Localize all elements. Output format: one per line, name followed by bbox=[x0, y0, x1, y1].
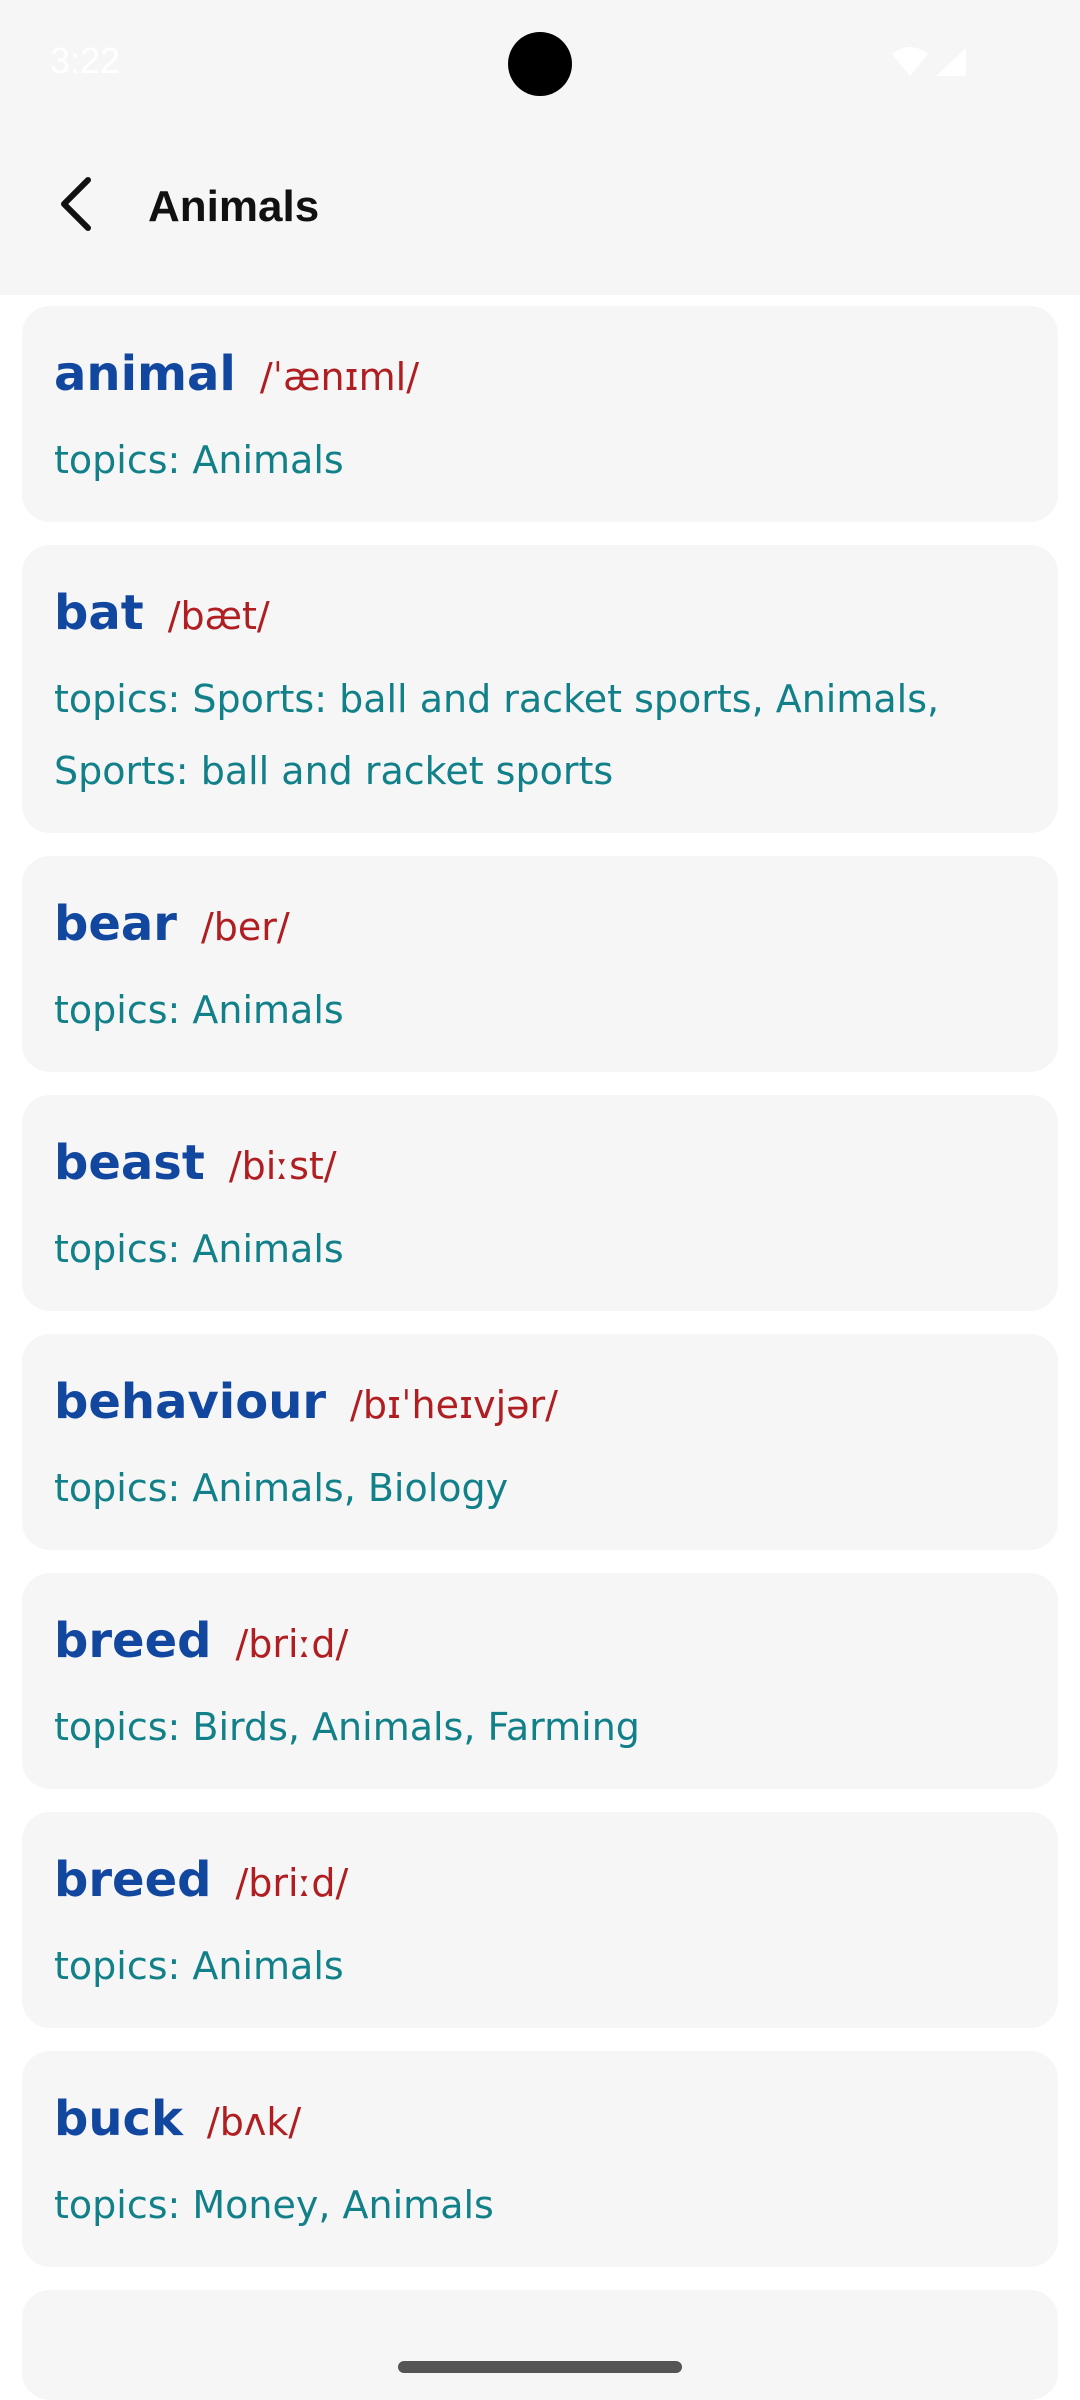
phonetic-text: /biːst/ bbox=[228, 1144, 337, 1188]
camera-cutout bbox=[508, 32, 572, 96]
topics-text: topics: Animals bbox=[54, 438, 344, 482]
word-text: buck bbox=[54, 2091, 183, 2147]
word-line: breed /briːd/ bbox=[54, 1613, 1026, 1673]
word-card[interactable]: buck /bʌk/ topics: Money, Animals bbox=[22, 2051, 1058, 2267]
phonetic-text: /bæt/ bbox=[167, 594, 270, 638]
word-line: animal /ˈænɪml/ bbox=[54, 346, 1026, 406]
topics-text: topics: Birds, Animals, Farming bbox=[54, 1705, 640, 1749]
chevron-left-icon bbox=[61, 177, 91, 231]
word-text: breed bbox=[54, 1613, 212, 1669]
topics-text: topics: Animals bbox=[54, 1227, 344, 1271]
phonetic-text: /briːd/ bbox=[235, 1861, 349, 1905]
word-card[interactable]: behaviour /bɪˈheɪvjər/ topics: Animals, … bbox=[22, 1334, 1058, 1550]
word-card[interactable]: beast /biːst/ topics: Animals bbox=[22, 1095, 1058, 1311]
phonetic-text: /ˈænɪml/ bbox=[259, 355, 420, 399]
word-text: animal bbox=[54, 346, 236, 402]
home-indicator[interactable] bbox=[398, 2361, 682, 2373]
word-line: bat /bæt/ bbox=[54, 585, 1026, 645]
phonetic-text: /briːd/ bbox=[235, 1622, 349, 1666]
phonetic-text: /bʌk/ bbox=[206, 2100, 302, 2144]
status-bar: 3:22 bbox=[0, 0, 1080, 130]
word-line: behaviour /bɪˈheɪvjər/ bbox=[54, 1374, 1026, 1434]
topics-text: topics: Animals, Biology bbox=[54, 1466, 509, 1510]
phonetic-text: /bɪˈheɪvjər/ bbox=[350, 1383, 558, 1427]
word-text: behaviour bbox=[54, 1374, 327, 1430]
app-bar: Animals bbox=[0, 130, 1080, 295]
word-text: breed bbox=[54, 1852, 212, 1908]
page-title: Animals bbox=[148, 182, 320, 231]
word-line: breed /briːd/ bbox=[54, 1852, 1026, 1912]
word-card[interactable]: breed /briːd/ topics: Animals bbox=[22, 1812, 1058, 2028]
signal-icon bbox=[936, 48, 966, 76]
topics-text: topics: Sports: ball and racket sports, … bbox=[54, 677, 940, 793]
word-card[interactable]: animal /ˈænɪml/ topics: Animals bbox=[22, 306, 1058, 522]
word-line: beast /biːst/ bbox=[54, 1135, 1026, 1195]
wifi-icon bbox=[892, 47, 928, 76]
word-card[interactable]: bear /ber/ topics: Animals bbox=[22, 856, 1058, 1072]
word-card[interactable]: bat /bæt/ topics: Sports: ball and racke… bbox=[22, 545, 1058, 833]
screen: 3:22 Animals animal /ˈænɪml/ topics: Ani… bbox=[0, 0, 1080, 2400]
word-text: bat bbox=[54, 585, 144, 641]
word-line: buck /bʌk/ bbox=[54, 2091, 1026, 2151]
word-text: bear bbox=[54, 896, 177, 952]
topics-text: topics: Animals bbox=[54, 988, 344, 1032]
word-card[interactable]: breed /briːd/ topics: Birds, Animals, Fa… bbox=[22, 1573, 1058, 1789]
phonetic-text: /ber/ bbox=[200, 905, 290, 949]
back-button[interactable] bbox=[40, 168, 112, 240]
topics-text: topics: Animals bbox=[54, 1944, 344, 1988]
word-line: bear /ber/ bbox=[54, 896, 1026, 956]
status-time: 3:22 bbox=[50, 40, 121, 81]
word-text: beast bbox=[54, 1135, 205, 1191]
word-card-partial[interactable] bbox=[22, 2290, 1058, 2400]
topics-text: topics: Money, Animals bbox=[54, 2183, 494, 2227]
